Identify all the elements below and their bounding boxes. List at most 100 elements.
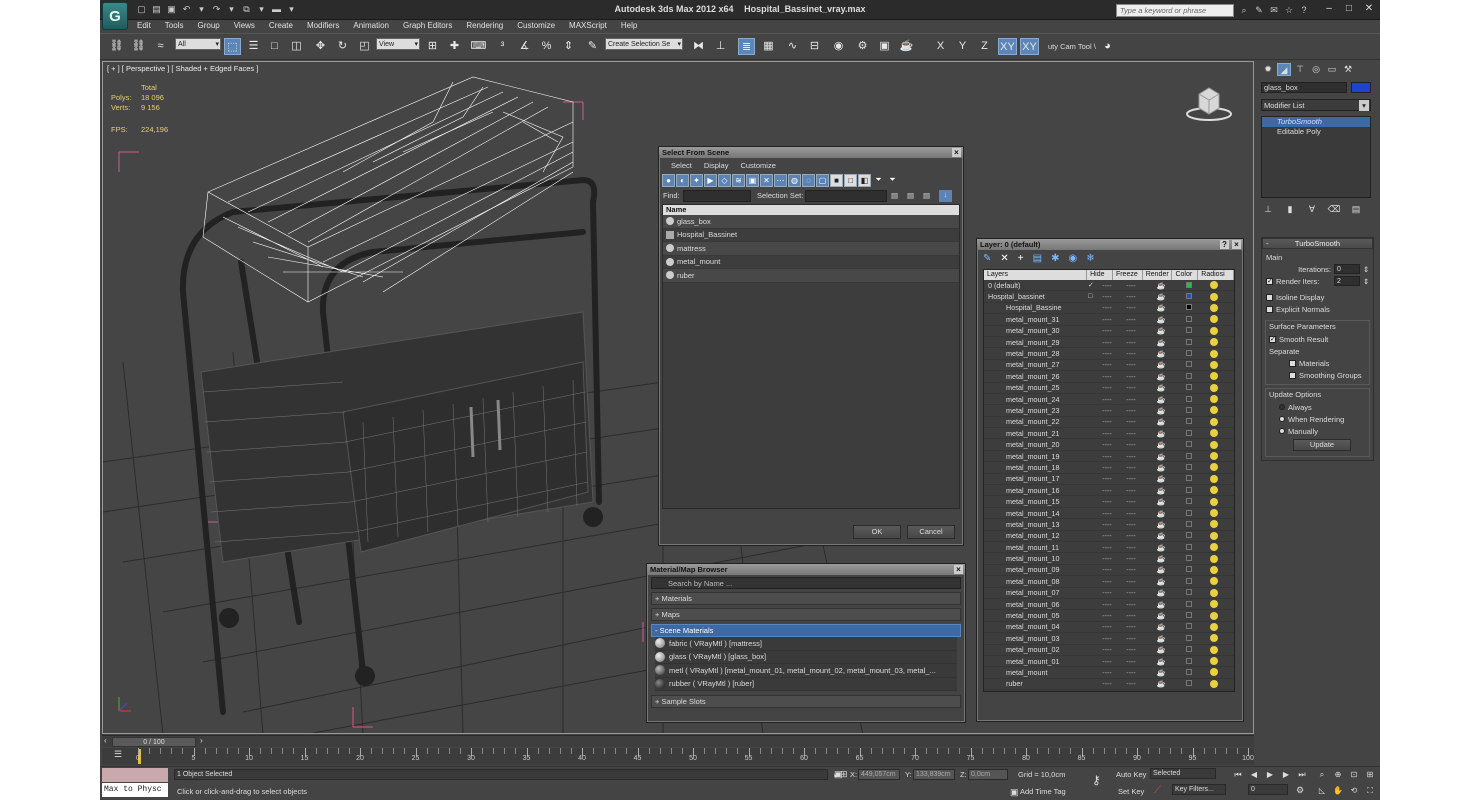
key-filter-icon[interactable]: ⟋ — [1154, 785, 1161, 796]
orbit-icon[interactable]: ⟲ — [1348, 785, 1360, 796]
object-name-field[interactable]: glass_box — [1261, 82, 1347, 93]
layer-color-swatch[interactable] — [1186, 418, 1192, 425]
name-column-header[interactable]: Name — [663, 205, 959, 215]
radiosity-icon[interactable] — [1210, 634, 1218, 643]
layer-color-cell[interactable] — [1176, 497, 1202, 506]
next-frame-icon[interactable]: ▶ — [1280, 769, 1292, 780]
key-filters-button[interactable]: Key Filters... — [1172, 784, 1226, 795]
layer-color-cell[interactable] — [1176, 452, 1202, 461]
select-rotate-icon[interactable]: ↻ — [334, 38, 351, 55]
layer-color-swatch[interactable] — [1186, 498, 1192, 505]
layer-color-swatch[interactable] — [1186, 532, 1192, 539]
layer-color-swatch[interactable] — [1186, 589, 1192, 596]
layer-color-swatch[interactable] — [1186, 612, 1192, 619]
render-toggle-icon[interactable]: ☕ — [1146, 395, 1176, 404]
render-toggle-icon[interactable]: ☕ — [1146, 531, 1176, 540]
layer-color-cell[interactable] — [1176, 474, 1202, 483]
hide-toggle[interactable]: ---- — [1098, 417, 1116, 426]
layer-color-cell[interactable] — [1176, 440, 1202, 449]
layer-color-swatch[interactable] — [1186, 668, 1192, 675]
current-layer-marker[interactable]: □ — [1088, 293, 1098, 300]
material-item[interactable]: glass ( VRayMtl ) [glass_box] — [655, 650, 957, 664]
layer-color-cell[interactable] — [1176, 543, 1202, 552]
material-browser-titlebar[interactable]: Material/Map Browser × — [647, 564, 965, 575]
make-unique-icon[interactable]: ∀ — [1305, 204, 1319, 217]
selection-set-select-icon[interactable]: ▤ — [923, 191, 930, 200]
link-icon[interactable]: ⛓ — [108, 38, 125, 55]
layer-row[interactable]: metal_mount_06 ---- ---- ☕ — [984, 599, 1234, 611]
render-toggle-icon[interactable]: ☕ — [1146, 349, 1176, 358]
freeze-toggle[interactable]: ---- — [1116, 611, 1146, 620]
radiosity-icon[interactable] — [1210, 645, 1218, 654]
render-toggle-icon[interactable]: ☕ — [1146, 281, 1176, 290]
create-tab-icon[interactable]: ✹ — [1261, 63, 1275, 76]
layer-color-swatch[interactable] — [1186, 577, 1192, 584]
layer-row[interactable]: metal_mount_13 ---- ---- ☕ — [984, 519, 1234, 531]
layer-color-cell[interactable] — [1176, 372, 1202, 381]
render-iters-spinner[interactable]: 2 — [1334, 276, 1360, 286]
layer-color-swatch[interactable] — [1186, 623, 1192, 630]
isoline-checkbox[interactable] — [1266, 293, 1273, 301]
object-color-swatch[interactable] — [1351, 82, 1371, 93]
hide-toggle[interactable]: ---- — [1098, 691, 1116, 692]
freeze-toggle[interactable]: ---- — [1116, 668, 1146, 677]
layer-row[interactable]: metal_mount_31 ---- ---- ☕ — [984, 314, 1234, 326]
zoom-icon[interactable]: ⌕ — [1316, 769, 1328, 780]
radiosity-icon[interactable] — [1210, 463, 1218, 472]
material-editor-icon[interactable]: ◉ — [830, 38, 847, 55]
hide-toggle[interactable]: ---- — [1098, 440, 1116, 449]
freeze-toggle[interactable]: ---- — [1116, 360, 1146, 369]
hide-toggle[interactable]: ---- — [1098, 554, 1116, 563]
render-toggle-icon[interactable]: ☕ — [1146, 622, 1176, 631]
render-toggle-icon[interactable]: ☕ — [1146, 565, 1176, 574]
align-icon[interactable]: ⊥ — [712, 38, 729, 55]
layer-color-cell[interactable] — [1176, 326, 1202, 335]
layer-color-swatch[interactable] — [1186, 281, 1192, 288]
layer-color-cell[interactable] — [1176, 292, 1202, 301]
snap-toggle-icon[interactable]: ³ — [494, 38, 511, 55]
hide-toggle[interactable]: ---- — [1098, 497, 1116, 506]
selection-set-remove-icon[interactable]: ▤ — [907, 191, 914, 200]
sync-selection-icon[interactable]: ↓ — [939, 190, 952, 202]
freeze-toggle[interactable]: ---- — [1116, 531, 1146, 540]
rect-selection-icon[interactable]: □ — [266, 38, 283, 55]
display-bones-icon[interactable]: ⋯ — [774, 174, 787, 187]
layer-row[interactable]: metal_mount_17 ---- ---- ☕ — [984, 474, 1234, 486]
radiosity-icon[interactable] — [1210, 406, 1218, 415]
radiosity-icon[interactable] — [1210, 395, 1218, 404]
go-to-end-icon[interactable]: ⏭ — [1296, 769, 1308, 780]
freeze-toggle[interactable]: ---- — [1116, 440, 1146, 449]
hide-toggle[interactable]: ---- — [1098, 338, 1116, 347]
layer-color-cell[interactable] — [1176, 281, 1202, 290]
scene-materials-section[interactable]: - Scene Materials — [651, 624, 961, 637]
material-item[interactable]: fabric ( VRayMtl ) [mattress] — [655, 637, 957, 651]
radiosity-icon[interactable] — [1210, 497, 1218, 506]
motion-tab-icon[interactable]: ◎ — [1309, 63, 1323, 76]
viewcube-icon[interactable] — [1183, 82, 1235, 122]
menu-rendering[interactable]: Rendering — [459, 20, 510, 32]
layer-color-swatch[interactable] — [1186, 361, 1192, 368]
smoothing-groups-checkbox[interactable] — [1289, 371, 1296, 379]
select-manipulate-icon[interactable]: ✚ — [446, 38, 463, 55]
select-move-icon[interactable]: ✥ — [312, 38, 329, 55]
layer-color-swatch[interactable] — [1186, 372, 1192, 379]
display-helpers-icon[interactable]: ◇ — [718, 174, 731, 187]
render-iters-checkbox[interactable]: ✓ — [1266, 277, 1273, 285]
iterations-spinner[interactable]: 0 — [1334, 264, 1360, 274]
display-lights-icon[interactable]: ✦ — [690, 174, 703, 187]
layer-row[interactable]: glass_box--------☕ — [984, 690, 1234, 692]
layer-color-cell[interactable] — [1176, 315, 1202, 324]
material-item[interactable]: metl ( VRayMtl ) [metal_mount_01, metal_… — [655, 664, 957, 678]
app-logo-button[interactable]: G — [102, 2, 128, 30]
close-icon[interactable]: ✕ — [1362, 3, 1376, 15]
turbosmooth-rollout-header[interactable]: TurboSmooth — [1262, 238, 1373, 249]
render-toggle-icon[interactable]: ☕ — [1146, 543, 1176, 552]
layer-row[interactable]: metal_mount_09 ---- ---- ☕ — [984, 565, 1234, 577]
qat-dropdown-icon[interactable]: ▾ — [286, 4, 297, 15]
radiosity-icon[interactable] — [1210, 417, 1218, 426]
layer-row[interactable]: metal_mount_07 ---- ---- ☕ — [984, 588, 1234, 599]
spinner-arrows-icon[interactable]: ⇕ — [1363, 265, 1369, 274]
radiosity-icon[interactable] — [1210, 588, 1218, 597]
freeze-toggle[interactable]: ---- — [1116, 577, 1146, 586]
layer-row[interactable]: metal_mount ---- ---- ☕ — [984, 667, 1234, 679]
